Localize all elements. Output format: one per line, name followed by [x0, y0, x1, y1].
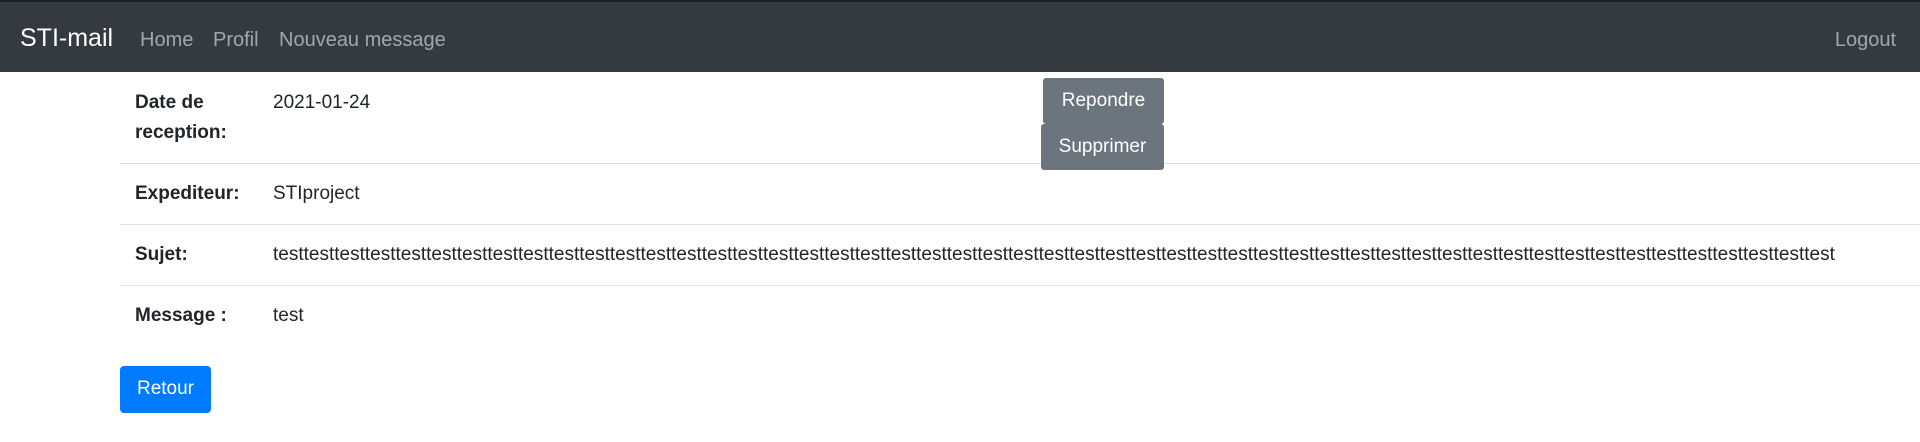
subject-label: Sujet:: [135, 244, 188, 265]
logout-link[interactable]: Logout: [1835, 29, 1896, 52]
brand-link[interactable]: STI-mail: [20, 24, 113, 53]
date-value: 2021-01-24: [273, 92, 371, 113]
back-button[interactable]: Retour: [120, 366, 211, 413]
date-label-line1: Date de: [135, 92, 204, 113]
sender-row: Expediteur: STIproject: [120, 164, 1920, 225]
sender-value: STIproject: [273, 183, 360, 204]
nav-home-link[interactable]: Home: [140, 29, 193, 52]
date-label: Date de reception:: [135, 88, 227, 148]
delete-button[interactable]: Supprimer: [1041, 124, 1164, 170]
date-row: Date de reception: 2021-01-24: [120, 72, 1920, 164]
subject-value: testtesttesttesttesttesttesttesttesttest…: [273, 244, 1835, 265]
message-body-value: test: [273, 305, 304, 326]
top-navbar: STI-mail Home Profil Nouveau message Log…: [0, 0, 1920, 72]
subject-row: Sujet: testtesttesttesttesttesttesttestt…: [120, 225, 1920, 286]
sender-label: Expediteur:: [135, 183, 240, 204]
message-row: Message : test: [120, 286, 1920, 346]
nav-new-message-link[interactable]: Nouveau message: [279, 29, 446, 52]
reply-button[interactable]: Repondre: [1043, 78, 1164, 124]
nav-profil-link[interactable]: Profil: [213, 29, 259, 52]
date-label-line2: reception:: [135, 122, 227, 143]
message-label: Message :: [135, 305, 227, 326]
